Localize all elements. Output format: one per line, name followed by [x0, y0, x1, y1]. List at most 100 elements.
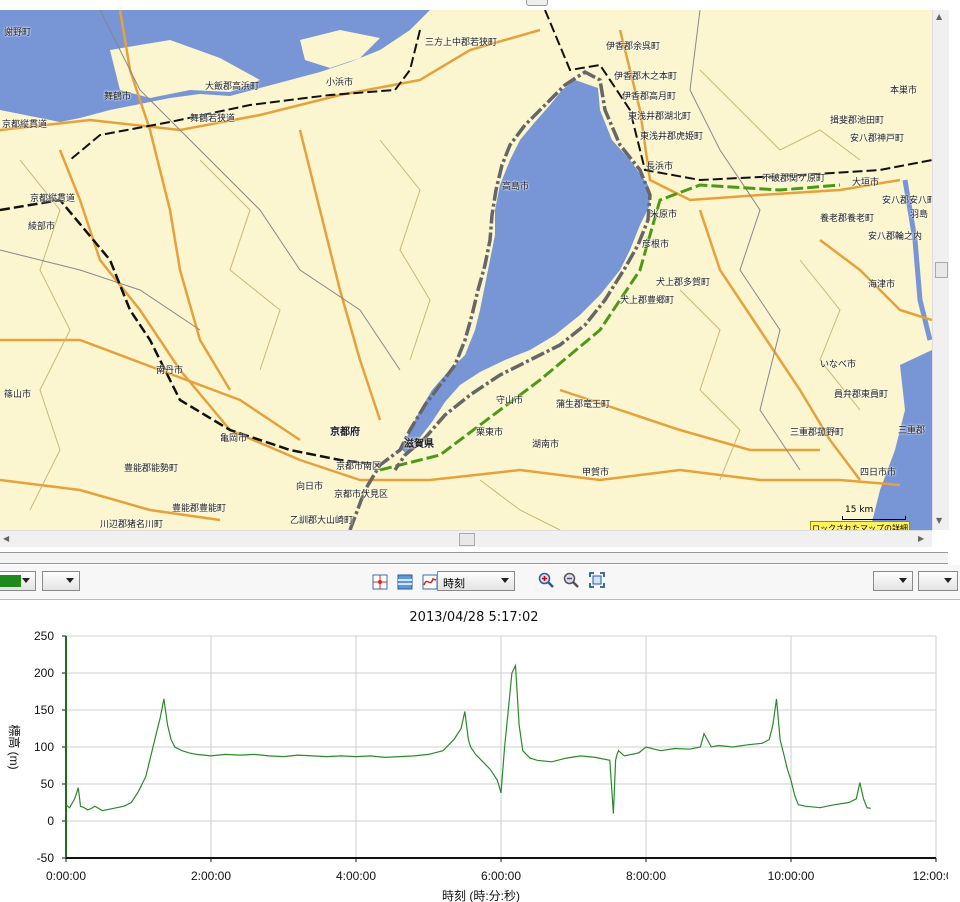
place-label: 南丹市: [156, 366, 184, 376]
chevron-down-icon: [501, 578, 509, 583]
x-tick-label: 12:00:00: [913, 869, 948, 883]
crosshair-icon[interactable]: [372, 574, 388, 590]
track-color-dropdown[interactable]: [0, 571, 36, 591]
place-label: 川辺郡猪名川町: [100, 520, 164, 530]
y-tick-label: 100: [34, 740, 54, 754]
x-axis-ticks: 0:00:00 2:00:00 4:00:00 6:00:00 8:00:00 10:00…: [46, 858, 948, 883]
y-tick-label: 0: [47, 814, 54, 828]
map-scale-label: 15 km: [845, 505, 874, 515]
place-label: 舞鶴若狭道: [190, 114, 236, 124]
place-label: 伊香郡高月町: [622, 92, 677, 102]
chevron-down-icon: [899, 578, 907, 583]
place-label: 大飯郡高浜町: [205, 82, 260, 92]
locked-map-detail-link[interactable]: ロックされたマップの詳細: [810, 521, 910, 530]
place-label: 伊香郡余呉町: [606, 42, 661, 52]
place-label: 豊能郡能勢町: [124, 464, 179, 474]
options-dropdown[interactable]: [873, 571, 913, 591]
top-splitter-handle[interactable]: [526, 0, 548, 6]
place-label: 養老郡養老町: [820, 214, 875, 224]
color-swatch: [0, 575, 21, 587]
lake-biwa: [402, 80, 650, 455]
ise-bay: [870, 350, 932, 530]
chart-title: 2013/04/28 5:17:02: [409, 610, 539, 625]
railway: [0, 198, 381, 467]
x-tick-label: 10:00:00: [768, 869, 815, 883]
y-axis-label: 標高 (m): [7, 724, 22, 769]
place-label: 亀岡市: [220, 434, 248, 444]
split-view-icon[interactable]: [397, 574, 413, 590]
line-style-dropdown[interactable]: [42, 571, 80, 591]
place-label: 安八郡輪之内: [868, 232, 923, 242]
place-label: 東浅井郡湖北町: [628, 112, 692, 122]
chart-grid: [65, 635, 937, 859]
place-label: 米原市: [650, 210, 678, 220]
place-label: 京都市伏見区: [334, 490, 389, 500]
map-view[interactable]: 謝野町 三方上中郡若狭町 伊香郡余呉町 伊香郡木之本町 伊香郡高月町 本巣市 東…: [0, 10, 932, 530]
scroll-thumb[interactable]: [935, 262, 948, 278]
place-label: 高島市: [502, 182, 530, 192]
place-label: いなべ市: [820, 360, 857, 370]
place-label: 本巣市: [890, 86, 918, 96]
place-label: 小浜市: [326, 78, 354, 88]
place-label: 京都府: [330, 427, 360, 438]
place-label: 四日市市: [860, 468, 897, 478]
place-label: 安八郡神戸町: [850, 134, 905, 144]
options-dropdown-2[interactable]: [918, 571, 958, 591]
place-label: 謝野町: [4, 28, 32, 38]
scroll-up-icon[interactable]: ▲: [936, 12, 942, 21]
place-label: 安八郡安八町: [882, 196, 932, 206]
elevation-profile-chart[interactable]: 250 200 150 100 50 0 -50 0:00:00 2:00:00 4:00:00…: [0, 628, 948, 902]
place-label: 乙訓郡大山崎町: [290, 516, 354, 526]
x-tick-label: 6:00:00: [481, 869, 521, 883]
chevron-down-icon: [22, 578, 30, 583]
fit-view-icon[interactable]: [589, 572, 605, 588]
place-label: 長浜市: [646, 162, 674, 172]
profile-curve-icon[interactable]: [422, 574, 438, 590]
zoom-in-icon[interactable]: [538, 572, 554, 588]
x-tick-label: 4:00:00: [336, 869, 376, 883]
place-label: 豊能郡豊能町: [172, 504, 227, 514]
y-tick-label: 150: [34, 703, 54, 717]
y-axis-ticks: 250 200 150 100 50 0 -50: [34, 629, 66, 865]
scroll-right-icon[interactable]: ▶: [918, 534, 924, 543]
place-label: 甲賀市: [582, 468, 610, 478]
x-tick-label: 8:00:00: [626, 869, 666, 883]
zoom-out-icon[interactable]: [563, 572, 579, 588]
place-label: 綾部市: [28, 222, 56, 232]
place-label: 犬上郡豊郷町: [620, 296, 675, 306]
chevron-down-icon: [944, 578, 952, 583]
place-label: 員弁郡東員町: [834, 390, 889, 400]
place-label: 湖南市: [532, 440, 560, 450]
map-horizontal-scrollbar[interactable]: ◀ ▶: [0, 530, 932, 547]
place-label: 守山市: [496, 396, 524, 406]
place-label: 栗東市: [476, 428, 504, 438]
map-vertical-scrollbar[interactable]: ▲ ▼: [932, 10, 949, 530]
place-label: 不破郡関ケ原町: [762, 174, 826, 184]
place-label: 京都縦貫道: [2, 120, 48, 130]
scroll-down-icon[interactable]: ▼: [936, 516, 942, 525]
x-axis-mode-select[interactable]: 時刻: [437, 571, 515, 591]
place-label: 京都市南区: [336, 462, 382, 472]
x-tick-label: 2:00:00: [191, 869, 231, 883]
x-axis-label: 時刻 (時:分:秒): [442, 889, 520, 902]
place-label: 東浅井郡虎姫町: [640, 132, 704, 142]
y-tick-label: 200: [34, 666, 54, 680]
map-canvas: [0, 10, 932, 530]
place-label: 伊香郡木之本町: [614, 72, 678, 82]
chevron-down-icon: [66, 578, 74, 583]
place-label: 羽島: [910, 210, 929, 220]
place-label: 揖斐郡池田町: [830, 116, 885, 126]
y-tick-label: 50: [41, 777, 55, 791]
place-label: 蒲生郡竜王町: [556, 400, 611, 410]
y-tick-label: -50: [37, 851, 55, 865]
scroll-left-icon[interactable]: ◀: [3, 534, 9, 543]
scroll-thumb[interactable]: [459, 533, 475, 546]
place-label: 犬上郡多賀町: [656, 278, 711, 288]
elevation-series-line: [65, 663, 871, 814]
panel-splitter[interactable]: [0, 552, 948, 564]
x-axis-mode-value: 時刻: [443, 577, 465, 590]
place-label: 大垣市: [852, 178, 880, 188]
place-label: 三重郡: [898, 426, 926, 436]
place-label: 海津市: [868, 280, 896, 290]
x-tick-label: 0:00:00: [46, 869, 86, 883]
